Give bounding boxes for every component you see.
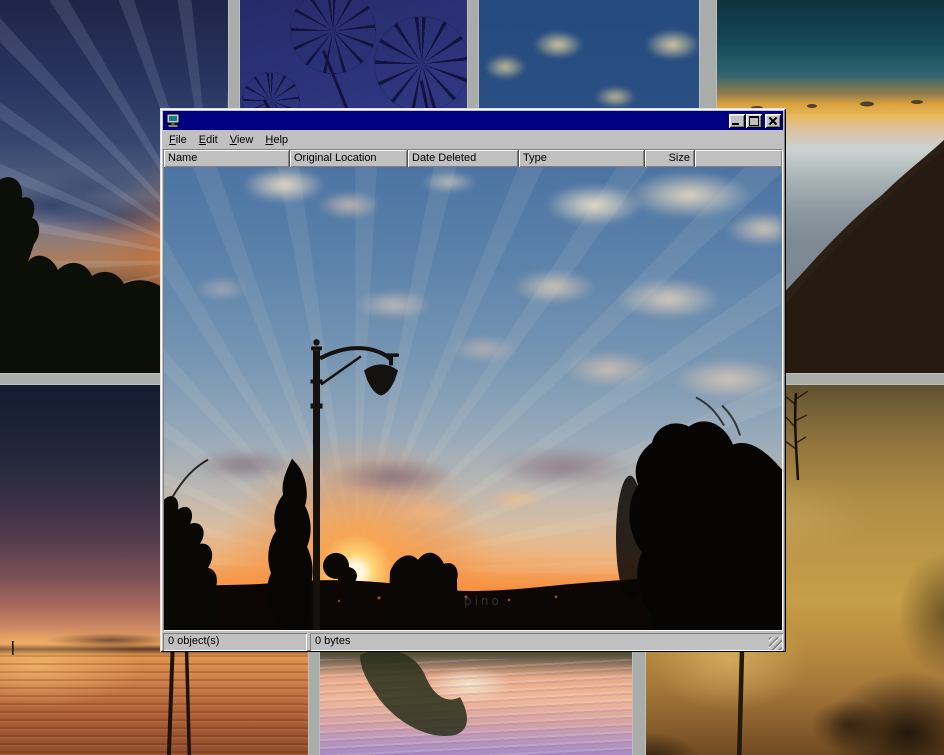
photo-silhouettes: pino (164, 167, 782, 630)
minimize-icon[interactable] (729, 114, 745, 128)
cypress-tree (267, 459, 312, 630)
column-header-size[interactable]: Size (645, 150, 695, 167)
status-bar: 0 object(s) 0 bytes (163, 633, 783, 651)
left-bush (164, 496, 218, 630)
recycle-bin-window: File Edit View Help Name Original Locati… (160, 108, 786, 652)
file-list-area: Name Original Location Date Deleted Type… (163, 149, 783, 631)
status-size: 0 bytes (310, 633, 783, 651)
column-header-filler (695, 150, 782, 167)
menu-edit[interactable]: Edit (193, 132, 224, 148)
menu-file[interactable]: File (163, 132, 193, 148)
column-header-original-location[interactable]: Original Location (290, 150, 408, 167)
column-header-type[interactable]: Type (519, 150, 645, 167)
flower-umbel (290, 0, 376, 74)
column-header-row: Name Original Location Date Deleted Type… (164, 150, 782, 167)
maximize-icon[interactable] (746, 114, 762, 128)
close-icon[interactable] (765, 114, 781, 128)
right-bush (388, 553, 458, 630)
sunset-lamp-photo: pino (164, 167, 782, 630)
menu-help[interactable]: Help (259, 132, 294, 148)
resize-grip[interactable] (769, 637, 782, 650)
column-header-name[interactable]: Name (164, 150, 290, 167)
photo-watermark: pino (464, 594, 502, 608)
column-header-date-deleted[interactable]: Date Deleted (408, 150, 519, 167)
menu-view[interactable]: View (224, 132, 260, 148)
window-titlebar[interactable] (163, 111, 783, 130)
computer-icon (165, 113, 181, 128)
status-object-count: 0 object(s) (163, 633, 307, 651)
flower-umbel (374, 16, 467, 112)
menu-bar: File Edit View Help (163, 131, 783, 149)
right-tree (629, 421, 782, 630)
desktop: { "background": { "page_color": "#a9ada9… (0, 0, 944, 755)
